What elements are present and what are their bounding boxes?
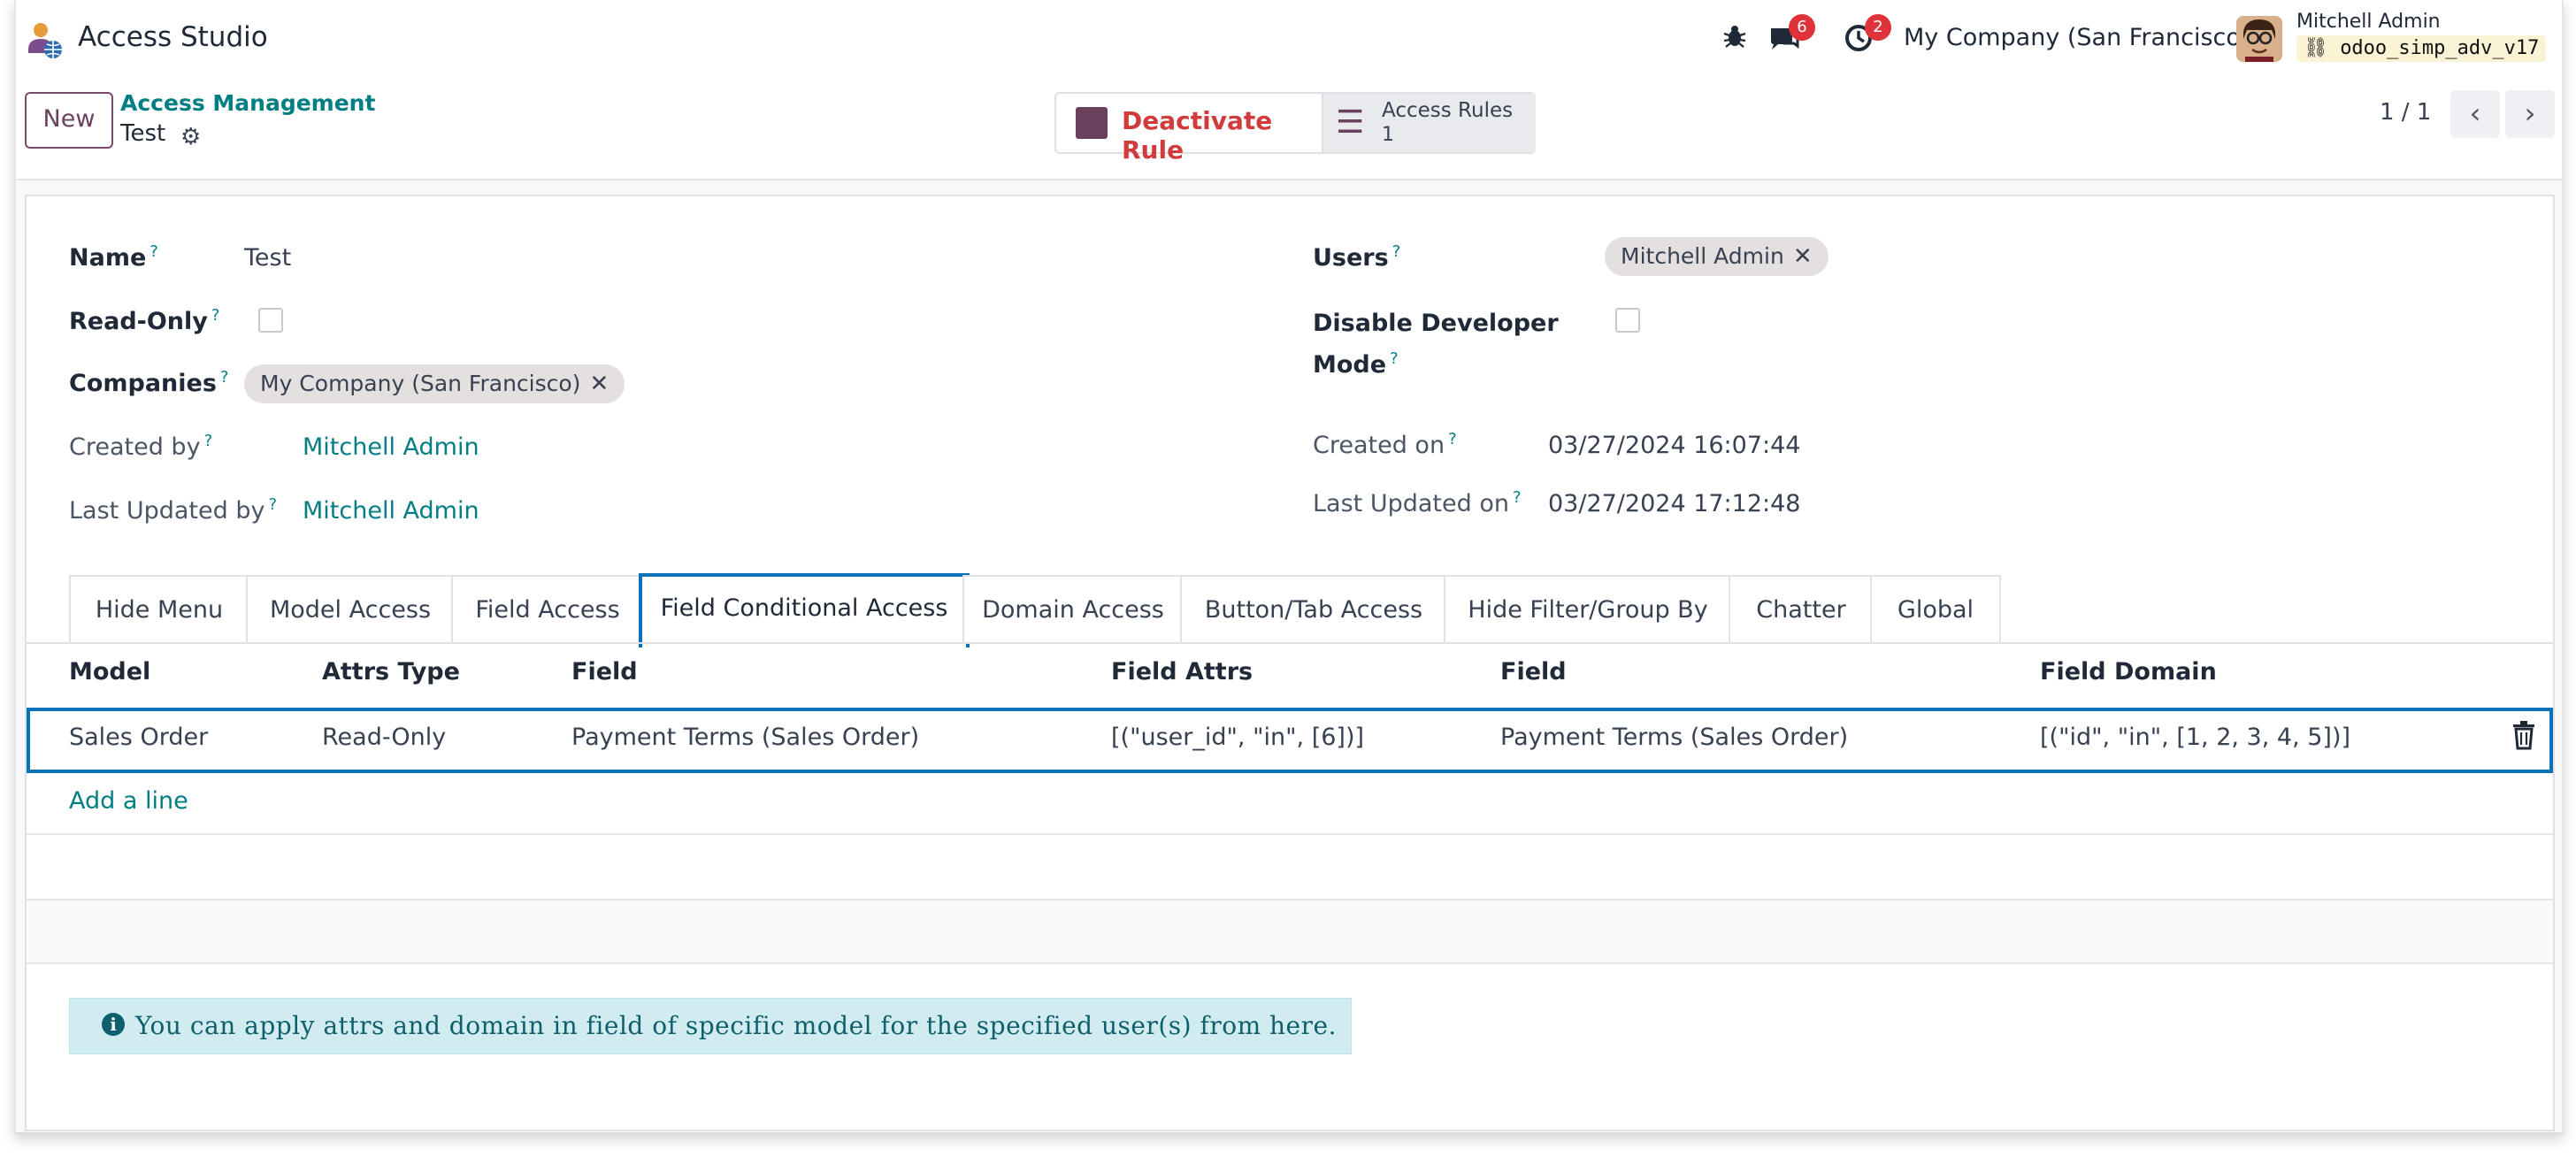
- readonly-checkbox[interactable]: [258, 308, 283, 333]
- created-by-help-icon[interactable]: ?: [204, 432, 213, 450]
- last-updated-by-link[interactable]: Mitchell Admin: [303, 497, 479, 525]
- column-header-field-domain[interactable]: Field Domain: [2040, 658, 2217, 686]
- remove-user-icon[interactable]: ✕: [1793, 243, 1813, 270]
- cell-field-2[interactable]: Payment Terms (Sales Order): [1500, 724, 1848, 751]
- cell-model[interactable]: Sales Order: [69, 724, 208, 751]
- control-panel: New Access Management Test ⚙ Deactivate …: [16, 78, 2562, 180]
- info-icon: i: [102, 1013, 125, 1036]
- name-label: Name?: [69, 242, 158, 272]
- tab-domain-access[interactable]: Domain Access: [962, 575, 1184, 644]
- users-label: Users?: [1313, 242, 1401, 272]
- gear-icon[interactable]: ⚙: [180, 124, 201, 150]
- column-header-attrs-type[interactable]: Attrs Type: [322, 658, 460, 686]
- delete-row-icon[interactable]: [2511, 720, 2537, 750]
- column-header-model[interactable]: Model: [69, 658, 150, 686]
- disable-dev-mode-help-icon[interactable]: ?: [1390, 349, 1399, 368]
- users-help-icon[interactable]: ?: [1392, 242, 1401, 261]
- list-icon: ☰: [1336, 104, 1365, 141]
- remove-company-icon[interactable]: ✕: [589, 371, 609, 397]
- companies-help-icon[interactable]: ?: [220, 368, 229, 387]
- app-name[interactable]: Access Studio: [78, 21, 268, 53]
- cell-attrs-type[interactable]: Read-Only: [322, 724, 446, 751]
- pager-next-button[interactable]: ›: [2505, 90, 2555, 138]
- access-rules-button[interactable]: ☰ Access Rules 1: [1322, 94, 1536, 152]
- breadcrumb-access-management[interactable]: Access Management: [120, 90, 375, 116]
- disable-dev-mode-label: Disable Developer Mode?: [1313, 310, 1559, 379]
- messages-badge: 6: [1789, 14, 1815, 41]
- last-updated-by-help-icon[interactable]: ?: [268, 495, 277, 514]
- name-field[interactable]: Test: [244, 244, 291, 272]
- top-navbar: Access Studio 6 2 My Company (San Franci…: [16, 0, 2562, 79]
- last-updated-by-label: Last Updated by?: [69, 495, 278, 525]
- created-on-help-icon[interactable]: ?: [1448, 430, 1457, 448]
- tab-field-access[interactable]: Field Access: [451, 575, 644, 644]
- tab-global[interactable]: Global: [1870, 575, 2001, 644]
- deactivate-rule-button[interactable]: Deactivate Rule: [1056, 94, 1322, 165]
- column-header-field[interactable]: Field: [571, 658, 638, 686]
- add-line-row: [27, 773, 2553, 833]
- user-name[interactable]: Mitchell Admin: [2296, 11, 2441, 33]
- add-a-line-link[interactable]: Add a line: [69, 787, 188, 815]
- company-tag-label: My Company (San Francisco): [260, 371, 581, 396]
- companies-label: Companies?: [69, 368, 229, 397]
- database-name: odoo_simp_adv_v17: [2340, 37, 2540, 59]
- debug-icon[interactable]: [1721, 23, 1748, 50]
- deactivate-rule-label: Deactivate Rule: [1122, 106, 1273, 165]
- created-on-value: 03/27/2024 16:07:44: [1548, 432, 1801, 459]
- activity-badge: 2: [1865, 14, 1891, 41]
- cell-field-domain[interactable]: [("id", "in", [1, 2, 3, 4, 5])]: [2040, 724, 2350, 751]
- readonly-help-icon[interactable]: ?: [211, 306, 220, 325]
- smart-buttons: Deactivate Rule ☰ Access Rules 1: [1054, 92, 1536, 165]
- tab-button-tab-access[interactable]: Button/Tab Access: [1180, 575, 1447, 644]
- cell-field-attrs[interactable]: [("user_id", "in", [6])]: [1111, 724, 1364, 751]
- record-title: Test: [120, 120, 166, 147]
- pager-value[interactable]: 1 / 1: [2380, 99, 2431, 126]
- user-avatar-image: [2236, 16, 2282, 62]
- tabs-divider: [27, 642, 2553, 644]
- column-header-field-2[interactable]: Field: [1500, 658, 1567, 686]
- disable-dev-mode-checkbox[interactable]: [1615, 308, 1640, 333]
- tab-chatter[interactable]: Chatter: [1729, 575, 1874, 644]
- last-updated-on-help-icon[interactable]: ?: [1513, 488, 1522, 507]
- name-help-icon[interactable]: ?: [150, 242, 158, 261]
- user-tag-label: Mitchell Admin: [1621, 243, 1784, 269]
- pager-previous-button[interactable]: ‹: [2450, 90, 2500, 138]
- row-divider: [27, 962, 2553, 964]
- empty-row: [27, 900, 2553, 962]
- database-badge: ⛓ odoo_simp_adv_v17: [2296, 35, 2547, 62]
- created-on-label: Created on?: [1313, 430, 1457, 459]
- info-alert: i You can apply attrs and domain in fiel…: [69, 998, 1352, 1054]
- user-avatar[interactable]: [2236, 16, 2282, 62]
- tab-model-access[interactable]: Model Access: [246, 575, 455, 644]
- info-alert-text: You can apply attrs and domain in field …: [135, 1011, 1337, 1040]
- last-updated-on-value: 03/27/2024 17:12:48: [1548, 490, 1801, 517]
- form-sheet: Name? Test Read-Only? Companies? My Comp…: [25, 195, 2555, 1131]
- tab-hide-menu[interactable]: Hide Menu: [69, 575, 249, 644]
- app-window: Access Studio 6 2 My Company (San Franci…: [14, 0, 2564, 1134]
- database-icon: ⛓: [2304, 37, 2328, 59]
- app-logo-icon[interactable]: [25, 19, 65, 60]
- tab-hide-filter-group-by[interactable]: Hide Filter/Group By: [1444, 575, 1732, 644]
- last-updated-on-label: Last Updated on?: [1313, 488, 1522, 517]
- tab-field-conditional-access[interactable]: Field Conditional Access: [639, 573, 970, 647]
- readonly-label: Read-Only?: [69, 306, 220, 335]
- user-tag[interactable]: Mitchell Admin ✕: [1605, 237, 1828, 276]
- access-rules-count: 1: [1382, 124, 1394, 146]
- created-by-link[interactable]: Mitchell Admin: [303, 433, 479, 461]
- column-header-field-attrs[interactable]: Field Attrs: [1111, 658, 1253, 686]
- deactivate-square-icon: [1076, 107, 1108, 139]
- access-rules-label: Access Rules: [1382, 99, 1514, 122]
- cell-field[interactable]: Payment Terms (Sales Order): [571, 724, 919, 751]
- company-tag[interactable]: My Company (San Francisco) ✕: [244, 364, 625, 403]
- company-switcher[interactable]: My Company (San Francisco): [1904, 24, 2250, 51]
- new-button[interactable]: New: [25, 92, 113, 149]
- created-by-label: Created by?: [69, 432, 213, 461]
- empty-row: [27, 835, 2553, 899]
